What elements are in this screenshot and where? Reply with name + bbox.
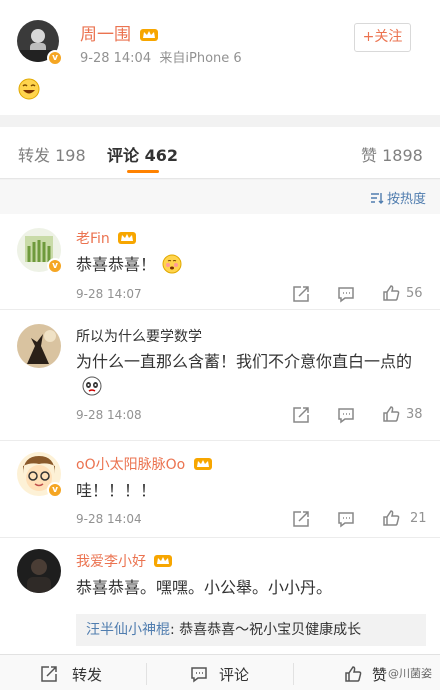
commenter-avatar[interactable] xyxy=(17,324,61,368)
reply-icon[interactable] xyxy=(337,510,355,528)
tab-like[interactable]: 赞 1898 xyxy=(361,142,423,166)
comment-list: v 老Fin 恭喜恭喜！ 9-28 14:07 56 所以为什么要学数学 为什么… xyxy=(0,214,440,654)
reply-icon[interactable] xyxy=(337,406,355,424)
tab-comment[interactable]: 评论 462 xyxy=(107,142,178,166)
post-author-name[interactable]: 周一围 xyxy=(80,25,131,45)
watermark: @川菌姿 xyxy=(388,667,432,680)
share-icon[interactable] xyxy=(292,285,310,303)
sort-by-hot-button[interactable]: 按热度 xyxy=(370,188,426,207)
active-tab-indicator xyxy=(127,170,159,173)
vip-crown-icon xyxy=(118,232,137,244)
comment-text: 为什么一直那么含蓄！我们不介意你直白一点的 xyxy=(76,352,413,371)
reply-text: : 恭喜恭喜～祝小宝贝健康成长 xyxy=(170,622,362,638)
post-source: 来自iPhone 6 xyxy=(159,51,242,66)
reply-icon[interactable] xyxy=(337,285,355,303)
verified-badge-icon: v xyxy=(47,482,63,498)
comment-icon xyxy=(191,667,207,683)
comment-label: 评论 xyxy=(219,666,250,684)
comment-text-row: 为什么一直那么含蓄！我们不介意你直白一点的 xyxy=(76,349,426,399)
commenter-name-row[interactable]: 老Fin xyxy=(76,228,137,248)
post-meta: 9-28 14:04 来自iPhone 6 xyxy=(80,47,242,66)
vip-crown-icon xyxy=(193,458,212,470)
verified-badge-icon: v xyxy=(47,50,63,66)
panda-emoji-icon xyxy=(82,376,102,396)
divider xyxy=(293,663,294,685)
comment-time: 9-28 14:08 xyxy=(76,408,142,422)
commenter-name[interactable]: 老Fin xyxy=(76,231,110,247)
comment-item: v 老Fin 恭喜恭喜！ 9-28 14:07 56 xyxy=(0,214,440,310)
like-count: 56 xyxy=(406,286,423,301)
sort-label: 按热度 xyxy=(386,192,426,207)
commenter-name[interactable]: 所以为什么要学数学 xyxy=(76,326,202,346)
sort-bar: 按热度 xyxy=(0,180,440,214)
commenter-name-row[interactable]: oO小太阳脉脉Oo xyxy=(76,454,212,474)
like-count: 38 xyxy=(406,407,423,422)
post-tabs: 转发 198 评论 462 赞 1898 xyxy=(0,127,440,179)
divider xyxy=(146,663,147,685)
sort-icon xyxy=(370,193,384,204)
post-time: 9-28 14:04 xyxy=(80,51,152,66)
like-icon[interactable] xyxy=(382,509,400,527)
commenter-name[interactable]: oO小太阳脉脉Oo xyxy=(76,457,185,473)
comment-item: 所以为什么要学数学 为什么一直那么含蓄！我们不介意你直白一点的 9-28 14:… xyxy=(0,311,440,441)
share-icon[interactable] xyxy=(292,406,310,424)
like-icon xyxy=(345,666,362,682)
like-icon[interactable] xyxy=(382,405,400,423)
nested-reply[interactable]: 汪半仙小神棍: 恭喜恭喜～祝小宝贝健康成长 xyxy=(76,614,426,646)
reply-author[interactable]: 汪半仙小神棍 xyxy=(86,622,170,638)
comment-text: 恭喜恭喜！ xyxy=(76,255,157,274)
commenter-name-row[interactable]: 我爱李小好 xyxy=(76,551,173,571)
comment-time: 9-28 14:04 xyxy=(76,512,142,526)
comment-text-row: 恭喜恭喜！ xyxy=(76,252,426,277)
comment-text: 哇！！！！ xyxy=(76,481,157,500)
repost-icon xyxy=(41,666,57,682)
follow-button[interactable]: +关注 xyxy=(354,23,411,52)
share-icon[interactable] xyxy=(292,510,310,528)
post-card: v 周一围 9-28 14:04 来自iPhone 6 +关注 xyxy=(0,0,440,115)
tab-repost[interactable]: 转发 198 xyxy=(18,142,86,166)
shy-emoji-icon xyxy=(162,254,182,274)
like-count: 21 xyxy=(410,511,427,526)
commenter-avatar[interactable] xyxy=(17,549,61,593)
repost-label: 转发 xyxy=(72,666,103,684)
commenter-name[interactable]: 我爱李小好 xyxy=(76,554,146,570)
vip-crown-icon xyxy=(140,29,159,41)
comment-item: v oO小太阳脉脉Oo 哇！！！！ 9-28 14:04 21 xyxy=(0,442,440,538)
post-author[interactable]: 周一围 xyxy=(80,20,159,45)
bottom-action-bar: 转发 评论 赞 @川菌姿 xyxy=(0,654,440,690)
vip-crown-icon xyxy=(154,555,173,567)
smile-emoji-icon xyxy=(18,78,40,100)
like-icon[interactable] xyxy=(382,284,400,302)
comment-time: 9-28 14:07 xyxy=(76,287,142,301)
like-label: 赞 xyxy=(372,666,388,684)
verified-badge-icon: v xyxy=(47,258,63,274)
comment-text: 恭喜恭喜。嘿嘿。小公舉。小小丹。 xyxy=(76,578,333,597)
